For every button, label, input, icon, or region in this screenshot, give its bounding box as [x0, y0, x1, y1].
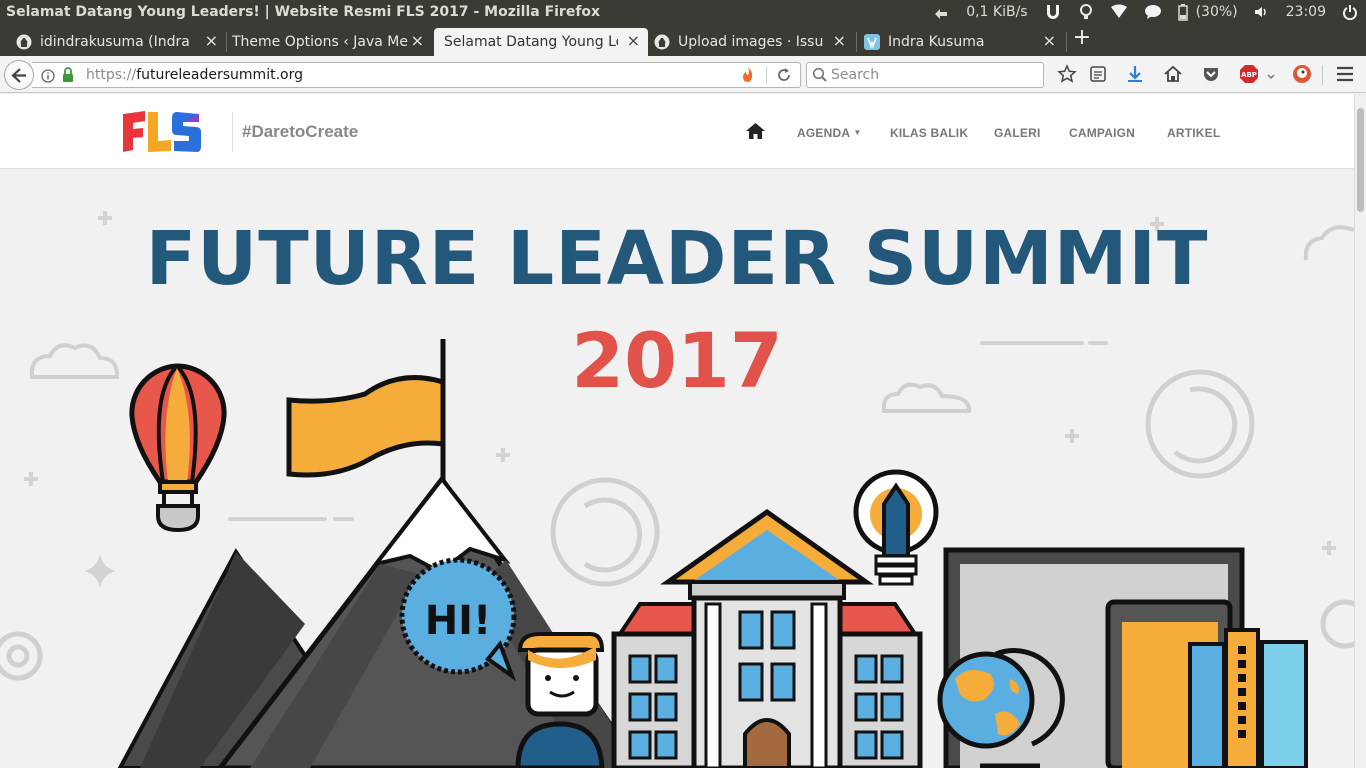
net-speed: 0,1 KiB/s [966, 4, 1028, 20]
adblock-plus-icon[interactable]: ABP [1239, 64, 1259, 84]
search-icon [812, 67, 828, 87]
young-leader-person [515, 632, 605, 768]
close-tab-icon[interactable]: × [833, 33, 846, 49]
tab-label: Selamat Datang Young Le [444, 34, 618, 50]
toolbar-divider [1322, 65, 1323, 85]
info-icon[interactable] [41, 68, 55, 87]
battery-icon[interactable] [1170, 0, 1196, 24]
tab-github-profile[interactable]: idindrakusuma (Indra K × [16, 28, 226, 56]
tab-divider [226, 32, 227, 52]
window-title: Selamat Datang Young Leaders! | Website … [6, 4, 601, 20]
ubuntu-one-icon[interactable] [1036, 0, 1070, 24]
reload-icon[interactable] [776, 67, 792, 87]
url-text[interactable]: https://futureleadersummit.org [86, 67, 303, 83]
os-top-panel: Selamat Datang Young Leaders! | Website … [0, 0, 1366, 24]
close-tab-icon[interactable]: × [1043, 33, 1056, 49]
sparkle-icon [84, 554, 116, 588]
search-bar[interactable]: Search [806, 62, 1044, 88]
close-tab-icon[interactable]: × [205, 33, 218, 49]
duckduckgo-icon[interactable] [1292, 64, 1312, 84]
chevron-down-icon[interactable] [1266, 67, 1286, 87]
nav-galeri[interactable]: GALERI [994, 126, 1041, 140]
fls-logo[interactable] [121, 110, 205, 154]
nav-agenda[interactable]: AGENDA ▼ [797, 126, 861, 140]
url-host: futureleadersummit.org [136, 67, 303, 83]
download-icon[interactable] [1125, 64, 1145, 84]
site-tagline: #DaretoCreate [242, 122, 359, 141]
tab-label: idindrakusuma (Indra K [40, 34, 190, 50]
clock[interactable]: 23:09 [1278, 0, 1334, 24]
page-viewport: HI! #DaretoCreate AGENDA ▼ KILAS BALIK G… [0, 94, 1354, 768]
close-tab-icon[interactable]: × [627, 33, 640, 49]
page-scrollbar[interactable] [1354, 94, 1366, 768]
close-tab-icon[interactable]: × [411, 33, 424, 49]
lightbulb-idea-icon [853, 469, 939, 586]
hamburger-menu-icon[interactable] [1335, 64, 1355, 84]
url-scheme: https:// [86, 67, 137, 83]
tab-divider [1066, 32, 1067, 52]
nav-campaign[interactable]: CAMPAIGN [1069, 126, 1135, 140]
tab-divider [856, 32, 857, 52]
tab-upload-images[interactable]: Upload images · Issue # × [654, 28, 854, 56]
tablet-and-books [1105, 599, 1308, 768]
university-building [611, 508, 923, 768]
wordpress-site-icon [864, 34, 880, 50]
tab-strip: idindrakusuma (Indra K × Theme Options ‹… [0, 24, 1366, 56]
caret-down-icon: ▼ [853, 128, 862, 137]
navigation-toolbar: https://futureleadersummit.org Search AB… [0, 56, 1366, 93]
volume-icon[interactable] [1246, 0, 1278, 24]
secure-lock-icon[interactable] [62, 67, 74, 87]
power-icon[interactable] [1334, 0, 1366, 24]
site-header: #DaretoCreate AGENDA ▼ KILAS BALIK GALER… [0, 94, 1354, 169]
hero-title: FUTURE LEADER SUMMIT [145, 216, 1209, 302]
lightbulb-icon[interactable] [1070, 0, 1102, 24]
speech-bubble: HI! [399, 557, 517, 682]
back-arrow-icon [11, 68, 26, 83]
nav-home-icon[interactable] [746, 123, 765, 143]
network-transfer-icon[interactable] [924, 0, 958, 24]
pocket-icon[interactable] [1201, 64, 1221, 84]
urlbar-divider [766, 66, 767, 84]
system-indicators: 0,1 KiB/s (30%) 23:09 [924, 0, 1366, 24]
svg-text:ABP: ABP [1241, 71, 1257, 79]
back-button[interactable] [4, 60, 34, 90]
url-bar[interactable]: https://futureleadersummit.org [32, 62, 801, 88]
search-input[interactable]: Search [831, 67, 879, 83]
battery-percentage: (30%) [1195, 4, 1238, 20]
new-tab-button[interactable]: + [1071, 27, 1093, 50]
reading-list-icon[interactable] [1088, 64, 1108, 84]
tab-label: Upload images · Issue # [678, 34, 824, 50]
hero-year: 2017 [571, 316, 783, 405]
home-icon[interactable] [1163, 64, 1183, 84]
tab-indra-kusuma[interactable]: Indra Kusuma × [864, 28, 1064, 56]
wifi-icon[interactable] [1102, 0, 1136, 24]
tagline-divider [232, 112, 233, 152]
forget-fire-icon[interactable] [740, 66, 756, 88]
hero-illustration: HI! [0, 211, 1354, 768]
github-icon [16, 34, 32, 50]
scrollbar-thumb[interactable] [1357, 108, 1364, 212]
nav-artikel[interactable]: ARTIKEL [1167, 126, 1220, 140]
bookmark-star-icon[interactable] [1057, 64, 1077, 84]
nav-agenda-label: AGENDA [797, 126, 850, 140]
messaging-icon[interactable] [1136, 0, 1170, 24]
github-icon [654, 34, 670, 50]
tab-theme-options[interactable]: Theme Options ‹ Java Me × [232, 28, 432, 56]
tab-label: Theme Options ‹ Java Me [232, 34, 408, 50]
tab-label: Indra Kusuma [888, 34, 985, 50]
speech-bubble-text: HI! [425, 598, 492, 644]
tab-selamat-datang[interactable]: Selamat Datang Young Le × [434, 28, 648, 56]
nav-kilas-balik[interactable]: KILAS BALIK [890, 126, 968, 140]
